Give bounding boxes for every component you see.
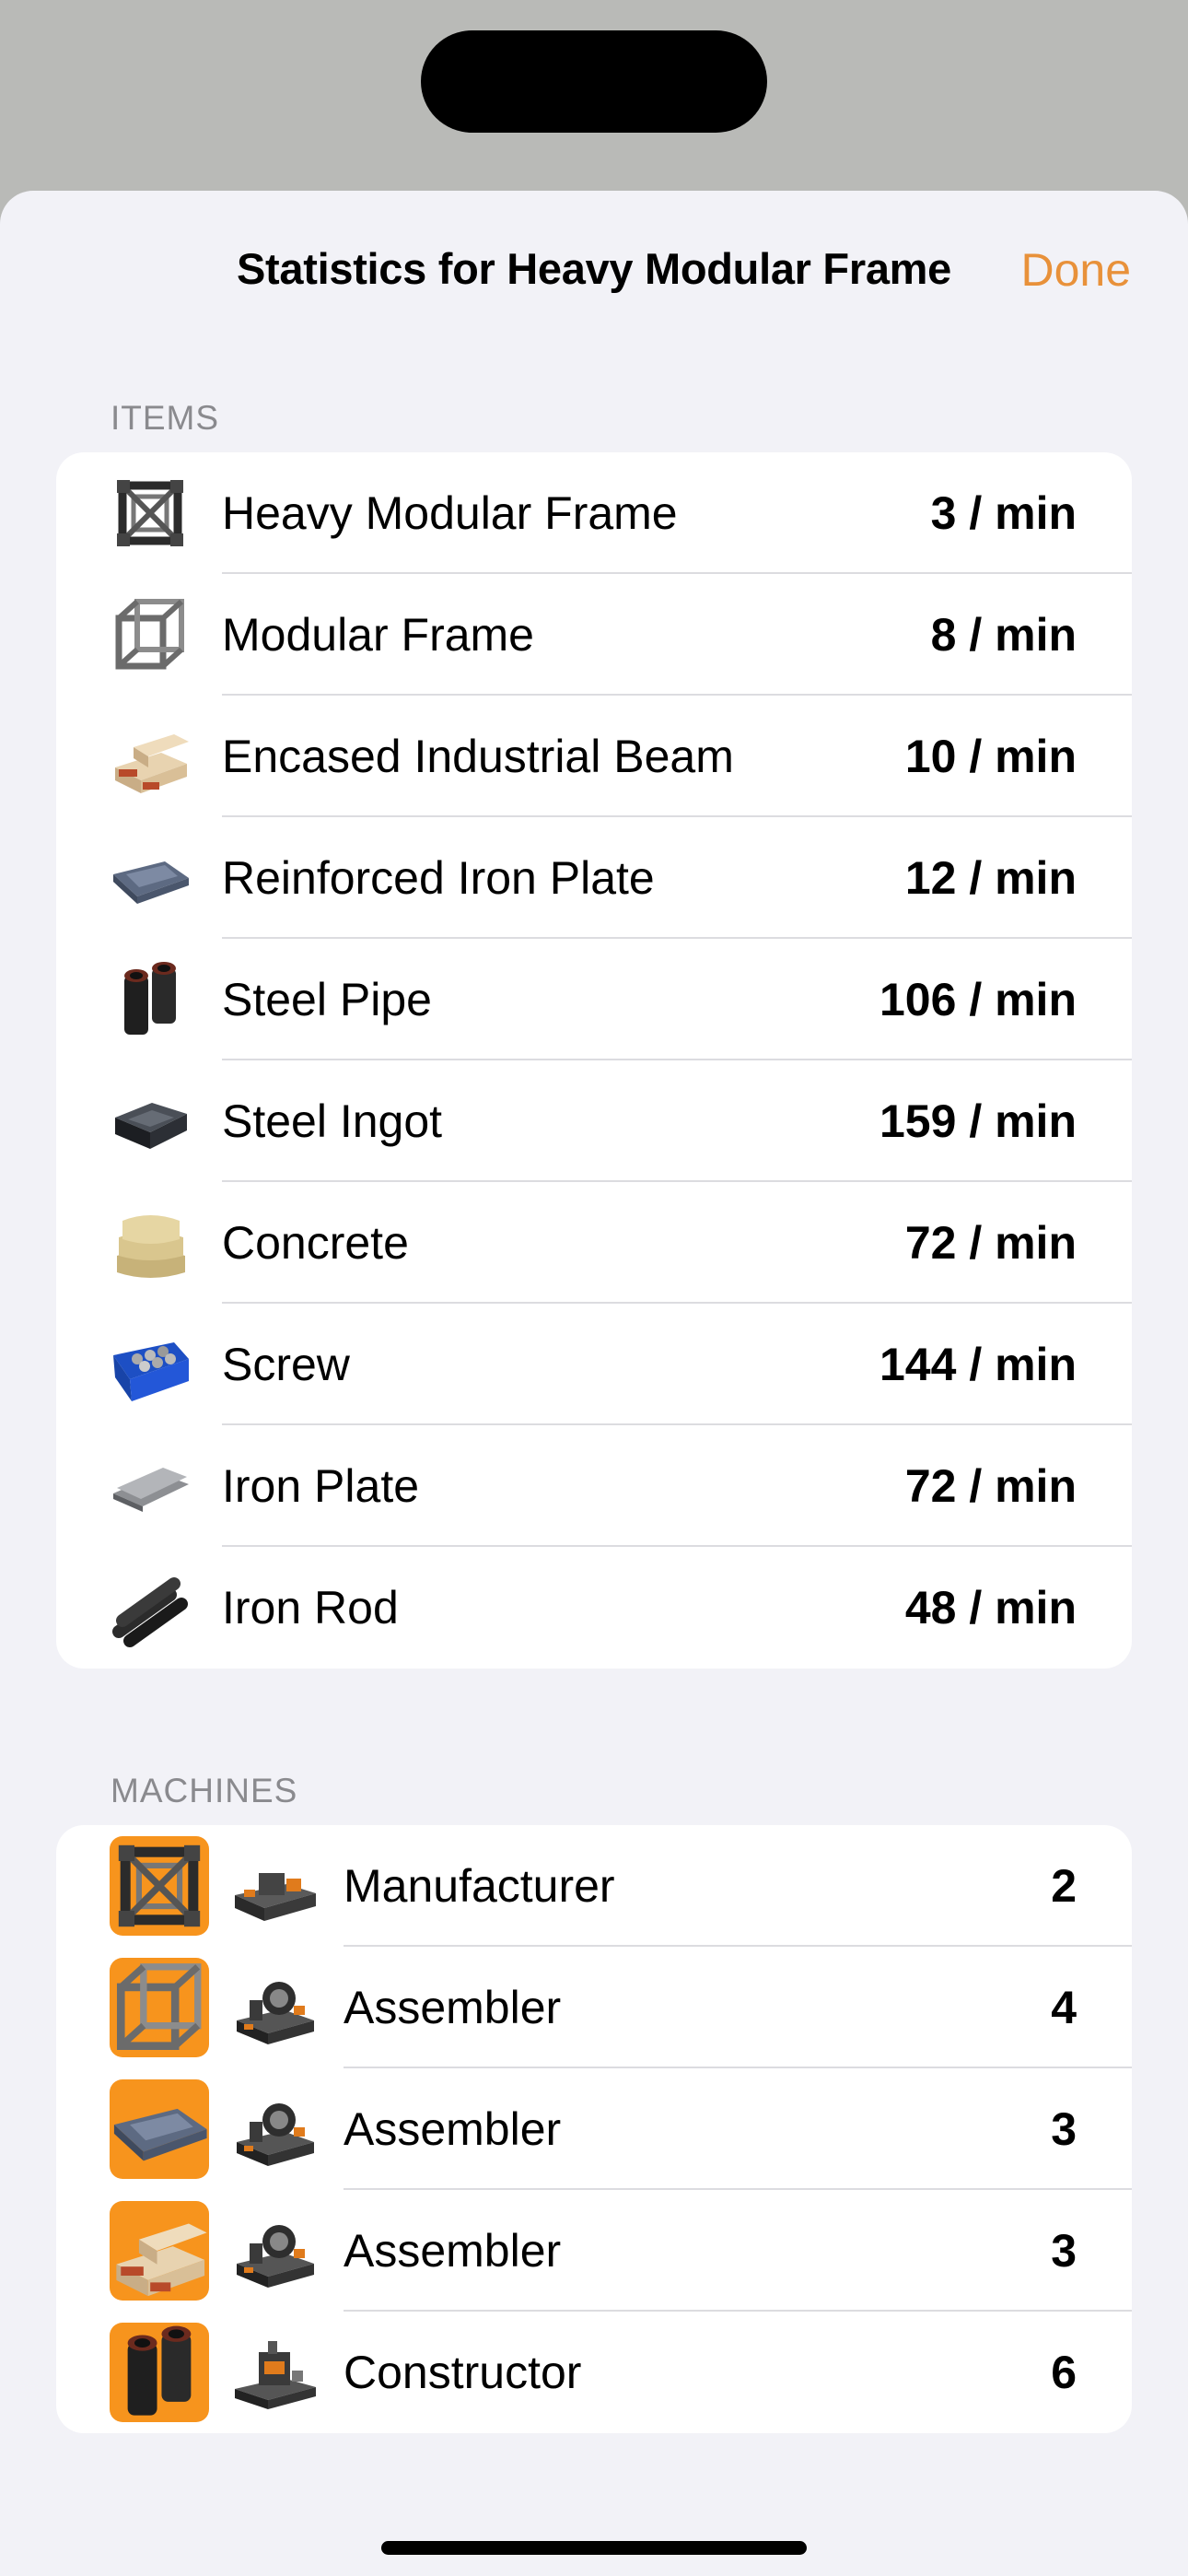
machine-name: Assembler: [344, 2103, 562, 2155]
assembler-icon: [237, 2103, 314, 2166]
item-rate: 72 / min: [904, 1217, 1077, 1269]
assembler-icon: [237, 1982, 314, 2044]
machine-count: 3: [1051, 2225, 1077, 2277]
list-item[interactable]: Steel Ingot 159 / min: [56, 1060, 1132, 1182]
reinforced-iron-plate-icon: [113, 861, 189, 904]
product-badge: [110, 2079, 209, 2179]
concrete-icon: [117, 1215, 185, 1278]
list-item[interactable]: Reinforced Iron Plate 12 / min: [56, 817, 1132, 939]
item-name: Iron Plate: [222, 1460, 420, 1512]
screw-icon: [113, 1342, 189, 1401]
list-item[interactable]: Assembler 3: [56, 2068, 1132, 2190]
heavy-modular-frame-icon: [110, 473, 191, 554]
encased-industrial-beam-icon: [116, 2223, 207, 2297]
item-name: Screw: [222, 1339, 350, 1390]
items-list: Heavy Modular Frame 3 / min Modular Fram…: [56, 452, 1132, 1669]
item-name: Heavy Modular Frame: [222, 487, 678, 539]
modular-frame-icon: [110, 594, 191, 675]
steel-pipe-icon: [124, 962, 176, 1035]
statistics-sheet: Statistics for Heavy Modular Frame Done …: [0, 191, 1188, 2576]
product-badge: [110, 2201, 209, 2301]
list-item[interactable]: Iron Plate 72 / min: [56, 1425, 1132, 1547]
list-item[interactable]: Heavy Modular Frame 3 / min: [56, 452, 1132, 574]
item-rate: 12 / min: [904, 852, 1077, 904]
item-rate: 72 / min: [904, 1460, 1077, 1512]
item-rate: 159 / min: [879, 1095, 1077, 1147]
item-name: Reinforced Iron Plate: [222, 852, 655, 904]
iron-rod-icon: [110, 1567, 191, 1648]
list-item[interactable]: Encased Industrial Beam 10 / min: [56, 696, 1132, 817]
machine-count: 4: [1051, 1982, 1077, 2033]
list-item[interactable]: Screw 144 / min: [56, 1304, 1132, 1425]
steel-ingot-icon: [115, 1103, 187, 1149]
list-item[interactable]: Iron Rod 48 / min: [56, 1547, 1132, 1669]
item-name: Modular Frame: [222, 609, 534, 661]
iron-plate-icon: [113, 1468, 189, 1512]
manufacturer-icon: [235, 1873, 316, 1921]
machine-count: 3: [1051, 2103, 1077, 2155]
item-name: Steel Pipe: [222, 974, 432, 1025]
machines-list: Manufacturer 2 Assembler 4 Assembler 3 A…: [56, 1825, 1132, 2433]
item-rate: 144 / min: [879, 1339, 1077, 1390]
machine-count: 2: [1051, 1860, 1077, 1912]
item-rate: 106 / min: [879, 974, 1077, 1025]
machines-section-header: MACHINES: [111, 1772, 298, 1809]
items-section-header: ITEMS: [111, 399, 220, 437]
steel-pipe-icon: [127, 2325, 192, 2416]
item-name: Encased Industrial Beam: [222, 731, 734, 782]
modular-frame-icon: [110, 1958, 209, 2057]
list-item[interactable]: Assembler 4: [56, 1947, 1132, 2068]
heavy-modular-frame-icon: [110, 1836, 209, 1936]
item-name: Iron Rod: [222, 1582, 399, 1633]
machine-name: Assembler: [344, 2225, 562, 2277]
list-item[interactable]: Constructor 6: [56, 2312, 1132, 2433]
product-badge: [110, 2323, 209, 2422]
list-item[interactable]: Concrete 72 / min: [56, 1182, 1132, 1304]
list-item[interactable]: Modular Frame 8 / min: [56, 574, 1132, 696]
item-rate: 10 / min: [904, 731, 1077, 782]
reinforced-iron-plate-icon: [113, 2108, 207, 2161]
list-item[interactable]: Assembler 3: [56, 2190, 1132, 2312]
item-name: Concrete: [222, 1217, 409, 1269]
machine-count: 6: [1051, 2347, 1077, 2398]
list-item[interactable]: Manufacturer 2: [56, 1825, 1132, 1947]
home-indicator: [381, 2541, 807, 2555]
assembler-icon: [237, 2225, 314, 2288]
machine-name: Constructor: [344, 2347, 582, 2398]
item-name: Steel Ingot: [222, 1095, 443, 1147]
machine-name: Manufacturer: [344, 1860, 615, 1912]
item-rate: 8 / min: [930, 609, 1077, 661]
sheet-title: Statistics for Heavy Modular Frame: [237, 244, 951, 293]
product-badge: [110, 1958, 209, 2057]
encased-industrial-beam-icon: [115, 734, 189, 793]
item-rate: 3 / min: [930, 487, 1077, 539]
constructor-icon: [235, 2341, 316, 2409]
product-badge: [110, 1836, 209, 1936]
item-rate: 48 / min: [904, 1582, 1077, 1633]
list-item[interactable]: Steel Pipe 106 / min: [56, 939, 1132, 1060]
machine-name: Assembler: [344, 1982, 562, 2033]
dynamic-island: [421, 30, 767, 133]
done-button[interactable]: Done: [1020, 243, 1131, 297]
